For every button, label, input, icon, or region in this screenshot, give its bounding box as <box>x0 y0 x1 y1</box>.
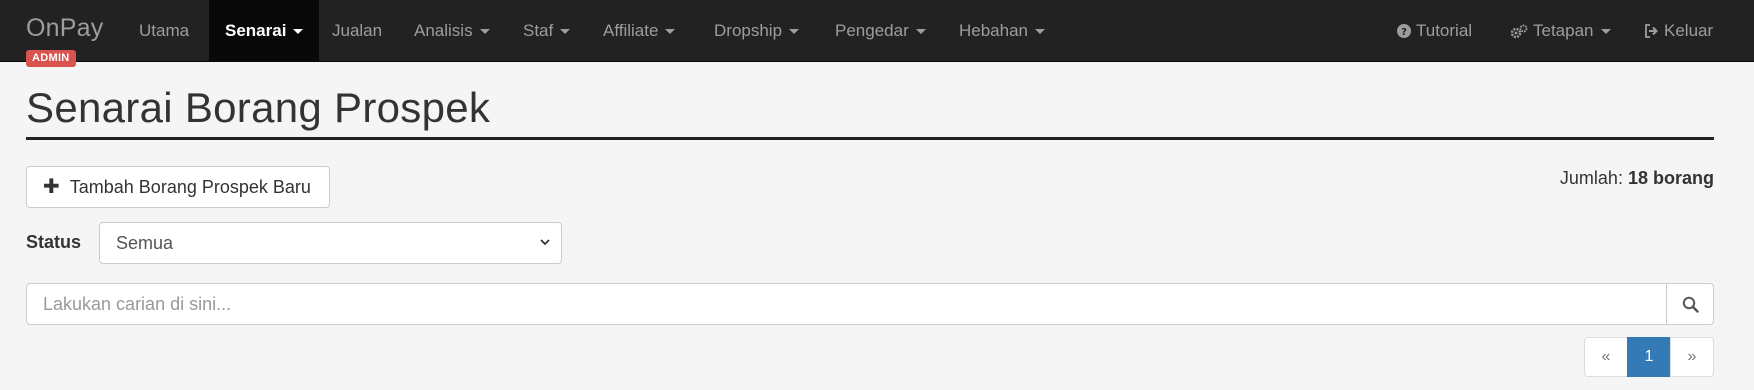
total-label: Jumlah: <box>1559 168 1623 188</box>
nav-item-analisis[interactable]: Analisis <box>398 0 506 62</box>
search-bar: Lakukan carian di sini... <box>26 283 1714 325</box>
admin-badge: ADMIN <box>26 50 76 67</box>
search-icon <box>1682 296 1699 313</box>
search-input[interactable]: Lakukan carian di sini... <box>26 283 1667 325</box>
pagination-page-current[interactable]: 1 <box>1627 337 1671 377</box>
nav-item-label: Hebahan <box>959 21 1029 40</box>
search-button[interactable] <box>1667 283 1714 325</box>
nav-item-staf[interactable]: Staf <box>507 0 586 62</box>
caret-down-icon <box>293 28 304 34</box>
nav-item-utama[interactable]: Utama <box>123 0 205 62</box>
nav-item-label: Tetapan <box>1533 21 1594 40</box>
brand-logo[interactable]: OnPay <box>26 14 103 43</box>
plus-icon: ✚ <box>43 176 60 198</box>
gears-icon <box>1510 24 1528 38</box>
nav-item-senarai[interactable]: Senarai <box>209 0 320 62</box>
page-title: Senarai Borang Prospek <box>26 84 491 131</box>
top-navbar: OnPay ADMIN Utama Senarai Jualan Analisi… <box>0 0 1754 67</box>
pagination-prev[interactable]: « <box>1584 337 1628 377</box>
caret-down-icon <box>1035 28 1046 34</box>
nav-item-label: Staf <box>523 21 554 40</box>
title-divider <box>26 137 1714 140</box>
add-button-label: Tambah Borang Prospek Baru <box>69 176 311 197</box>
nav-item-label: Tutorial <box>1416 21 1473 40</box>
nav-item-tutorial[interactable]: ? Tutorial <box>1381 0 1488 62</box>
pagination: « 1 » <box>1584 337 1714 377</box>
nav-item-tetapan[interactable]: Tetapan <box>1494 0 1627 62</box>
nav-item-label: Dropship <box>714 21 783 40</box>
total-value: 18 borang <box>1627 168 1714 188</box>
total-count: Jumlah: 18 borang <box>1560 168 1714 189</box>
pagination-next[interactable]: » <box>1670 337 1714 377</box>
status-select[interactable]: Semua <box>99 222 562 264</box>
svg-text:?: ? <box>1401 27 1407 38</box>
nav-item-label: Senarai <box>225 21 287 40</box>
question-circle-icon: ? <box>1397 24 1411 38</box>
nav-item-affiliate[interactable]: Affiliate <box>587 0 691 62</box>
caret-down-icon <box>560 28 571 34</box>
sign-out-icon <box>1645 24 1658 38</box>
chevron-down-icon <box>540 239 550 246</box>
nav-item-hebahan[interactable]: Hebahan <box>943 0 1061 62</box>
caret-down-icon <box>479 28 490 34</box>
caret-down-icon <box>915 28 926 34</box>
nav-item-label: Keluar <box>1664 21 1714 40</box>
status-label: Status <box>26 232 82 252</box>
caret-down-icon <box>1600 28 1611 34</box>
add-prospect-form-button[interactable]: ✚ Tambah Borang Prospek Baru <box>26 166 330 208</box>
nav-item-label: Utama <box>139 21 190 40</box>
nav-item-dropship[interactable]: Dropship <box>698 0 815 62</box>
caret-down-icon <box>665 28 676 34</box>
caret-down-icon <box>789 28 800 34</box>
nav-item-label: Analisis <box>414 21 473 40</box>
nav-item-label: Jualan <box>332 21 383 40</box>
nav-item-label: Pengedar <box>835 21 909 40</box>
nav-item-keluar[interactable]: Keluar <box>1628 0 1729 62</box>
nav-item-label: Affiliate <box>603 21 659 40</box>
nav-item-jualan[interactable]: Jualan <box>316 0 398 62</box>
nav-item-pengedar[interactable]: Pengedar <box>819 0 942 62</box>
status-selected-value: Semua <box>116 232 174 253</box>
